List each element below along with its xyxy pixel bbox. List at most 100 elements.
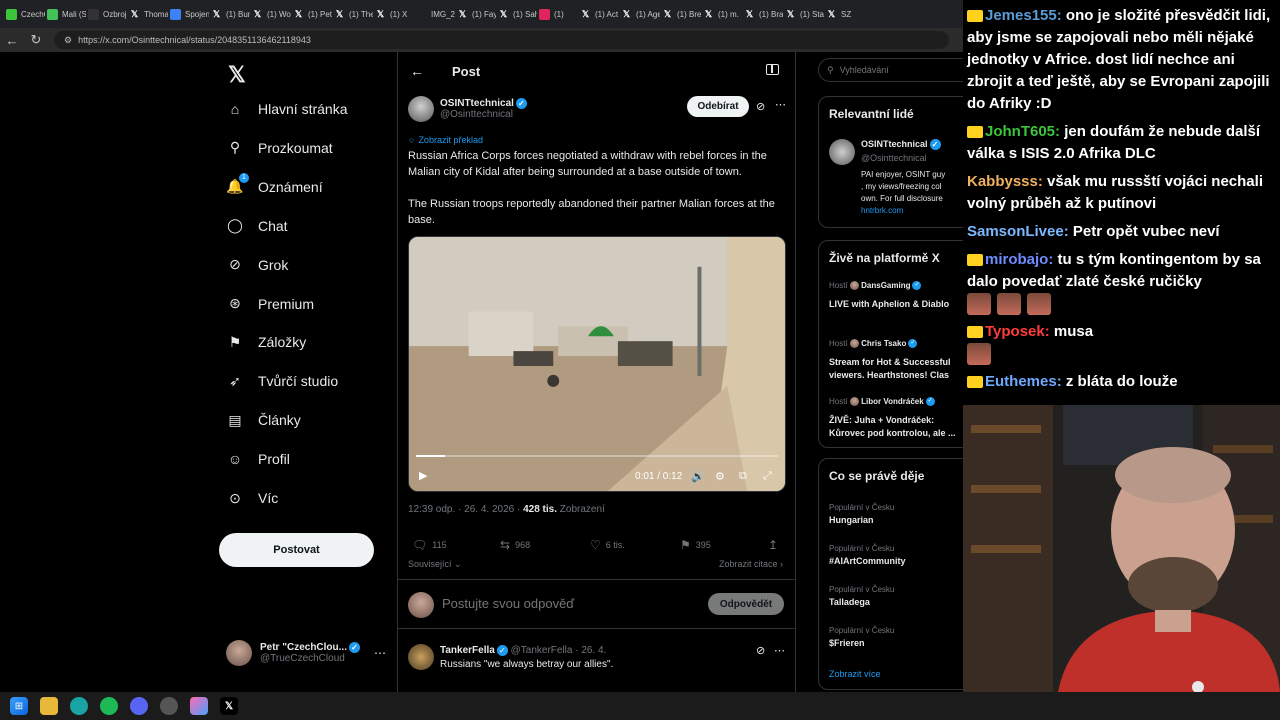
avatar[interactable] xyxy=(408,96,434,122)
nav-item-search[interactable]: ⚲ Prozkoumat xyxy=(226,139,333,157)
grok-icon[interactable]: ⊘ xyxy=(756,100,765,113)
browser-tab[interactable]: 𝕏 (1) Bra xyxy=(742,8,783,20)
browser-tab[interactable]: 𝕏 (1) Wo xyxy=(250,8,291,20)
search-input[interactable] xyxy=(839,65,960,75)
reply-button[interactable]: 🗨 115 xyxy=(412,538,447,552)
share-button[interactable]: ↥ xyxy=(768,538,778,552)
reply-author-name[interactable]: TankerFella xyxy=(440,645,495,656)
browser-tab[interactable]: 𝕏 (1) Petr xyxy=(291,8,332,20)
back-arrow-icon[interactable]: ← xyxy=(410,63,424,79)
windows-start-icon[interactable]: ⊞ xyxy=(10,697,28,715)
settings-icon[interactable]: ⚙ xyxy=(715,470,725,483)
more-icon[interactable]: ⋯ xyxy=(775,98,787,111)
browser-tab[interactable]: Spojen xyxy=(168,8,209,20)
browser-tab[interactable]: (1) xyxy=(537,8,578,20)
nav-item-grok[interactable]: ⊘ Grok xyxy=(226,256,288,274)
live-item[interactable]: Hostí Chris Tsako ✓ Stream for Hot & Succe… xyxy=(829,339,963,382)
show-more-link[interactable]: Zobrazit více xyxy=(829,669,881,679)
nav-item-more[interactable]: ⊙ Víc xyxy=(226,489,278,507)
tab-label: (1) Bre xyxy=(677,9,701,19)
more-icon[interactable]: ⋯ xyxy=(374,646,386,660)
quotes-link[interactable]: Zobrazit citace › xyxy=(719,559,783,569)
reload-icon[interactable]: ↻ xyxy=(24,32,48,48)
post-timestamp[interactable]: 12:39 odp. · 26. 4. 2026 · xyxy=(408,504,523,515)
edge-icon[interactable] xyxy=(70,697,88,715)
x-app-icon[interactable]: 𝕏 xyxy=(220,697,238,715)
live-item[interactable]: Hostí Libor Vondráček ✓ ŽIVĚ: Juha + Vondr… xyxy=(829,397,963,440)
avatar[interactable] xyxy=(829,139,855,165)
fullscreen-icon[interactable]: ⤢ xyxy=(763,470,772,483)
reader-mode-icon[interactable] xyxy=(766,64,779,75)
browser-tab[interactable]: 𝕏 (1) Fay xyxy=(455,8,496,20)
subscribe-button[interactable]: Odebírat xyxy=(687,96,749,117)
video-player[interactable]: ▶ 0:01 / 0:12 🔊 ⚙ ⧉ ⤢ xyxy=(408,236,786,492)
video-progress-bar[interactable] xyxy=(416,455,778,457)
live-item[interactable]: Hostí DansGaming ✓ LIVE with Aphelion & Di… xyxy=(829,281,963,311)
browser-tab[interactable]: IMG_24 xyxy=(414,8,455,20)
related-dropdown[interactable]: Související ⌄ xyxy=(408,559,462,570)
url-field[interactable]: ⚙ https://x.com/Osinttechnical/status/20… xyxy=(54,31,949,49)
sub-badge-icon xyxy=(967,126,983,139)
spotify-icon[interactable] xyxy=(100,697,118,715)
post-author[interactable]: OSINTtechnical ✓ @Osinttechnical xyxy=(408,96,527,122)
obs-icon[interactable] xyxy=(160,697,178,715)
account-switcher[interactable]: Petr "CzechClou... ✓ @TrueCzechCloud ⋯ xyxy=(226,640,386,666)
browser-tab[interactable]: Mali (S xyxy=(45,8,86,20)
browser-tab[interactable]: 𝕏 (1) X xyxy=(373,8,414,20)
webcam-feed xyxy=(963,405,1280,692)
x-icon: 𝕏 xyxy=(785,8,796,20)
nav-item-chat[interactable]: ◯ Chat xyxy=(226,217,287,235)
like-button[interactable]: ♡ 6 tis. xyxy=(590,538,625,552)
post-button[interactable]: Postovat xyxy=(219,533,374,567)
x-logo-icon[interactable]: 𝕏 xyxy=(228,62,246,88)
avatar[interactable] xyxy=(408,644,434,670)
nav-item-premium[interactable]: ⊛ Premium xyxy=(226,295,314,313)
popout-icon[interactable]: ⧉ xyxy=(739,470,747,483)
bookmark-button[interactable]: ⚑ 395 xyxy=(680,538,711,552)
nav-item-rocket[interactable]: ➶ Tvůrčí studio xyxy=(226,372,338,390)
trend-item[interactable]: Populární v Česku $Frieren xyxy=(829,626,963,648)
site-info-icon[interactable]: ⚙ xyxy=(64,35,72,46)
chat-message: Euthemes: z bláta do louže xyxy=(967,371,1276,393)
live-title: LIVE with Aphelion & Diablo xyxy=(829,299,950,310)
reply-submit-button[interactable]: Odpovědět xyxy=(708,593,784,615)
nav-item-bookmark[interactable]: ⚑ Záložky xyxy=(226,333,307,351)
browser-tab[interactable]: 𝕏 (1) Age xyxy=(619,8,660,20)
trend-item[interactable]: Populární v Česku Hungarian xyxy=(829,503,963,525)
reply-input[interactable] xyxy=(442,596,682,611)
nav-item-profile[interactable]: ☺ Profil xyxy=(226,450,290,468)
author-handle[interactable]: @Osinttechnical xyxy=(440,109,527,120)
browser-tab[interactable]: 𝕏 (1) Bun xyxy=(209,8,250,20)
nav-item-home[interactable]: ⌂ Hlavní stránka xyxy=(226,100,348,118)
browser-tab[interactable]: 𝕏 (1) Sah xyxy=(496,8,537,20)
copilot-icon[interactable] xyxy=(190,697,208,715)
discord-icon[interactable] xyxy=(130,697,148,715)
grok-icon[interactable]: ⊘ xyxy=(756,644,765,657)
file-explorer-icon[interactable] xyxy=(40,697,58,715)
browser-tab[interactable]: 𝕏 (1) Stat xyxy=(783,8,824,20)
translate-link[interactable]: ○ Zobrazit překlad xyxy=(409,135,483,145)
tab-label: Mali (S xyxy=(62,9,86,19)
search-box[interactable]: ⚲ xyxy=(818,58,963,82)
author-name[interactable]: OSINTtechnical xyxy=(440,98,514,109)
person-link[interactable]: hntrbrk.com xyxy=(861,205,945,217)
avatar xyxy=(226,640,252,666)
browser-tab[interactable]: 𝕏 Thoma xyxy=(127,8,168,20)
person-name[interactable]: OSINTtechnical xyxy=(861,139,928,149)
browser-tab[interactable]: 𝕏 (1) Bre xyxy=(660,8,701,20)
more-icon[interactable]: ⋯ xyxy=(774,644,785,657)
volume-icon[interactable]: 🔊 xyxy=(691,470,705,483)
trend-item[interactable]: Populární v Česku #AIArtCommunity xyxy=(829,544,963,566)
browser-tab[interactable]: Ozbroj xyxy=(86,8,127,20)
nav-item-article[interactable]: ▤ Články xyxy=(226,411,300,429)
nav-item-bell[interactable]: 🔔 1 Oznámení xyxy=(226,172,323,196)
browser-tab[interactable]: 𝕏 SZ xyxy=(824,8,865,20)
trend-item[interactable]: Populární v Česku Talladega xyxy=(829,585,963,607)
play-icon[interactable]: ▶ xyxy=(419,469,427,482)
browser-tab[interactable]: 𝕏 (1) Act xyxy=(578,8,619,20)
back-arrow-icon[interactable]: ← xyxy=(0,33,24,48)
browser-tab[interactable]: 𝕏 (1) The xyxy=(332,8,373,20)
browser-tab[interactable]: 𝕏 (1) m. xyxy=(701,8,742,20)
repost-button[interactable]: ⇆ 968 xyxy=(500,538,530,552)
browser-tab[interactable]: CzechC xyxy=(4,8,45,20)
